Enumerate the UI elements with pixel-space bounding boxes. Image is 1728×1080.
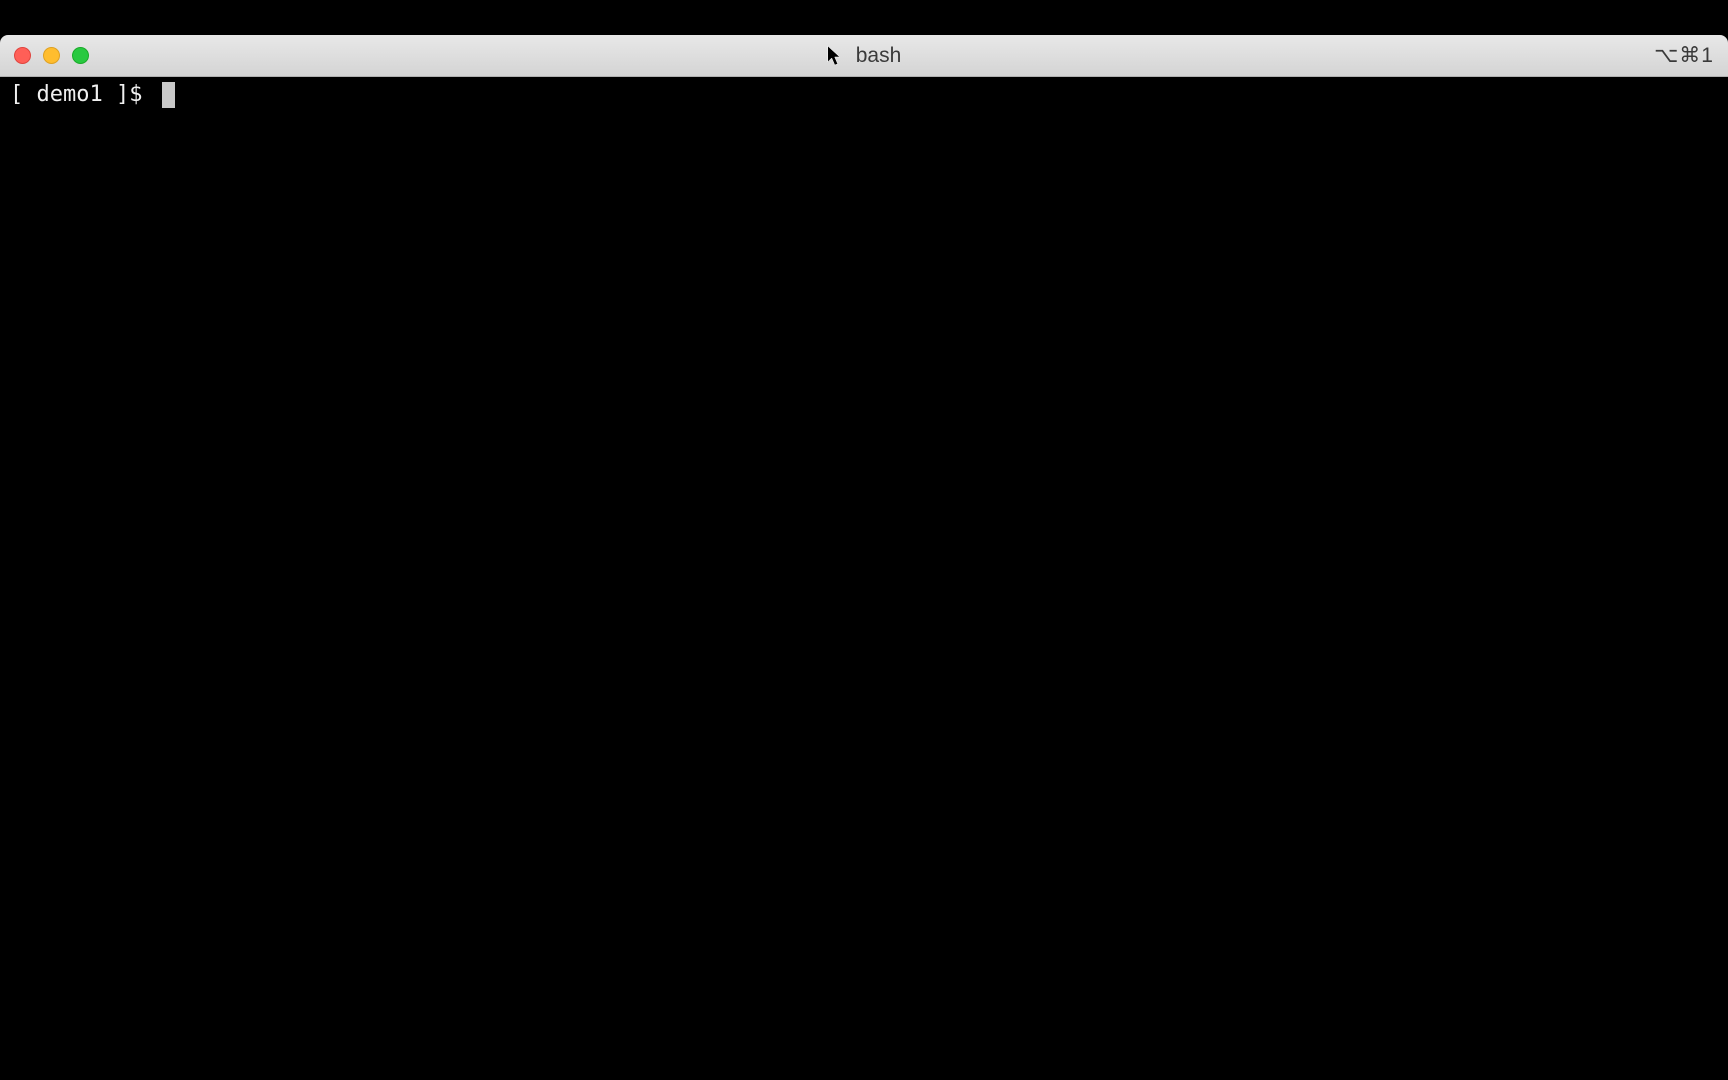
prompt-line[interactable]: [ demo1 ]$ bbox=[10, 81, 1718, 110]
close-button[interactable] bbox=[14, 47, 31, 64]
minimize-button[interactable] bbox=[43, 47, 60, 64]
zoom-button[interactable] bbox=[72, 47, 89, 64]
prompt-text: [ demo1 ]$ bbox=[10, 81, 156, 110]
terminal-body[interactable]: [ demo1 ]$ bbox=[0, 77, 1728, 1045]
cursor-arrow-icon bbox=[827, 45, 844, 67]
title-bar[interactable]: bash ⌥⌘1 bbox=[0, 35, 1728, 77]
window-title: bash bbox=[856, 44, 902, 68]
traffic-lights bbox=[14, 47, 89, 64]
terminal-window: bash ⌥⌘1 [ demo1 ]$ bbox=[0, 35, 1728, 1045]
title-center: bash bbox=[827, 44, 902, 68]
shortcut-indicator: ⌥⌘1 bbox=[1654, 43, 1714, 68]
cursor-block bbox=[162, 82, 175, 108]
